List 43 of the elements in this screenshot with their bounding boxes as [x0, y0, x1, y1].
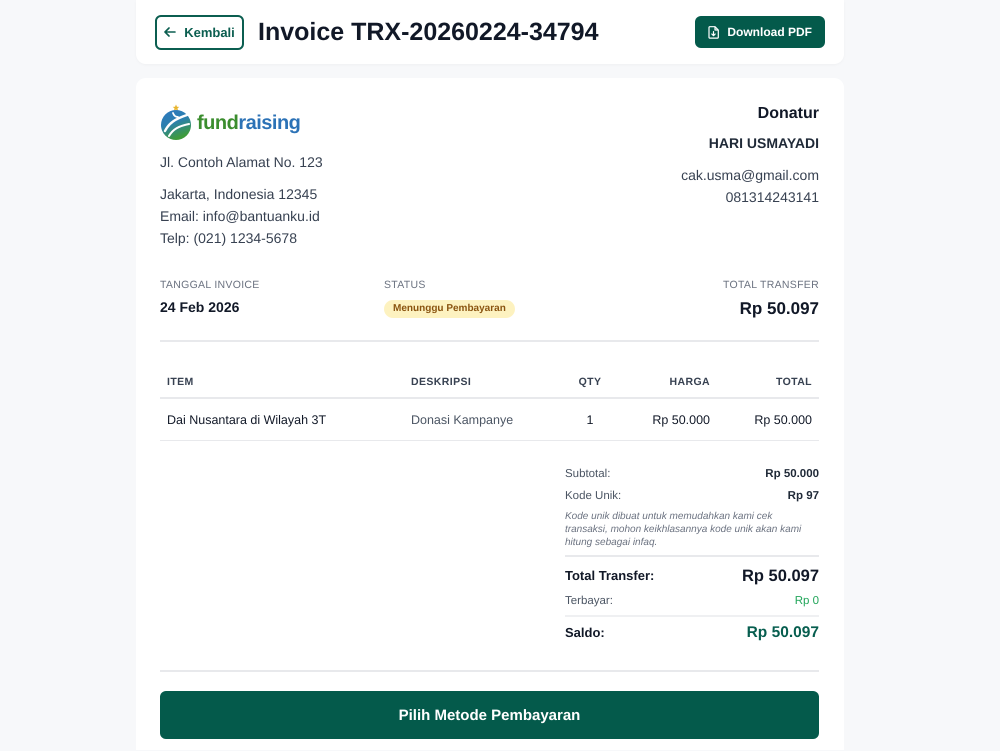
- unique-code-note: Kode unik dibuat untuk memudahkan kami cek transaksi, mohon keikhlasannya kode unik akan kami hitung sebagai infaq.: [565, 510, 802, 550]
- table-cell: Rp 50.000: [630, 398, 717, 440]
- summary-value: Rp 97: [788, 489, 819, 504]
- donor-name: HARI USMAYADI: [708, 134, 819, 153]
- logo-wordmark: fundraising: [197, 111, 300, 135]
- summary-label: Kode Unik:: [565, 489, 622, 504]
- total-transfer-value: Rp 50.097: [742, 566, 819, 587]
- donor-heading: Donatur: [758, 104, 819, 124]
- column-header: HARGA: [630, 366, 717, 398]
- payment-method-button[interactable]: Pilih Metode Pembayaran: [160, 691, 819, 739]
- company-address: Jl. Contoh Alamat No. 123: [160, 153, 323, 172]
- summary-label: Subtotal:: [565, 467, 610, 482]
- donor-email: cak.usma@gmail.com: [681, 166, 819, 185]
- company-contact: Email: info@bantuanku.id: [160, 207, 321, 226]
- meta-label: TANGGAL INVOICE: [160, 278, 260, 293]
- paid-value: Rp 0: [794, 594, 819, 609]
- invoice-date: 24 Feb 2026: [160, 298, 240, 317]
- meta-label: TOTAL TRANSFER: [723, 278, 819, 293]
- download-pdf-button[interactable]: Download PDF: [695, 16, 825, 48]
- total-transfer-label: Total Transfer:: [565, 567, 654, 585]
- logo-icon: [160, 104, 192, 140]
- balance-value: Rp 50.097: [746, 623, 819, 643]
- paid-label: Terbayar:: [565, 594, 613, 609]
- table-cell: 1: [550, 398, 630, 440]
- arrow-left-icon: [164, 27, 176, 37]
- table-cell: Dai Nusantara di Wilayah 3T: [160, 398, 404, 440]
- column-header: ITEM: [160, 366, 404, 398]
- company-contact: Telp: (021) 1234-5678: [160, 229, 298, 248]
- column-header: TOTAL: [717, 366, 819, 398]
- back-button[interactable]: Kembali: [155, 14, 244, 50]
- donor-phone: 081314243141: [726, 188, 819, 207]
- balance-label: Saldo:: [565, 624, 605, 642]
- summary-value: Rp 50.000: [765, 467, 819, 482]
- company-contact: Jakarta, Indonesia 12345: [160, 185, 318, 204]
- page-title: Invoice TRX-20260224-34794: [258, 18, 600, 46]
- meta-label: STATUS: [384, 278, 426, 293]
- table-cell: Donasi Kampanye: [404, 398, 550, 440]
- status-badge: Menunggu Pembayaran: [384, 300, 515, 318]
- table-cell: Rp 50.000: [717, 398, 819, 440]
- file-download-icon: [708, 26, 720, 38]
- column-header: QTY: [550, 366, 630, 398]
- column-header: DESKRIPSI: [404, 366, 550, 398]
- total-amount: Rp 50.097: [740, 298, 819, 320]
